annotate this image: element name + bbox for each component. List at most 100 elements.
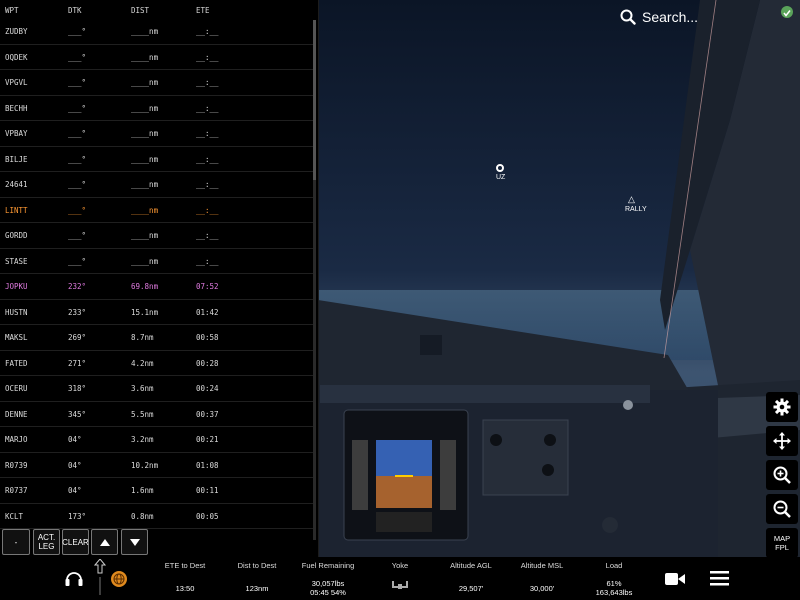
- flight-plan-row[interactable]: MARJO 04° 3.2nm 00:21: [0, 427, 316, 453]
- leg-distance: 4.2nm: [131, 358, 154, 368]
- desired-track: ___°: [68, 154, 87, 164]
- desired-track: ___°: [68, 27, 87, 36]
- waypoint-name: R0739: [5, 460, 28, 470]
- leg-distance: 1.6nm: [131, 486, 154, 495]
- header-dtk: DTK: [68, 6, 82, 15]
- flight-plan-row[interactable]: 24641 ___° ____nm __:__: [0, 172, 316, 198]
- flight-plan-row[interactable]: GORDD ___° ____nm __:__: [0, 223, 316, 249]
- flight-plan-row[interactable]: VPGVL ___° ____nm __:__: [0, 70, 316, 96]
- leg-distance: ____nm: [131, 129, 159, 138]
- flight-plan-row[interactable]: BECHH ___° ____nm __:__: [0, 96, 316, 121]
- move-down-button[interactable]: [121, 529, 148, 555]
- flight-plan-row[interactable]: STASE ___° ____nm __:__: [0, 249, 316, 274]
- flight-plan-row[interactable]: DENNE 345° 5.5nm 00:37: [0, 402, 316, 427]
- pan-button[interactable]: [766, 426, 798, 456]
- activate-leg-label-1: ACT.: [37, 533, 56, 542]
- waypoint-name: ZUDBY: [5, 27, 28, 36]
- waypoint-name: HUSTN: [5, 307, 28, 317]
- leg-distance: 8.7nm: [131, 333, 154, 342]
- leg-ete: 00:58: [196, 333, 219, 342]
- trim-arrow-icon[interactable]: [94, 559, 106, 597]
- dist-to-dest-label: Dist to Dest: [237, 561, 277, 570]
- waypoint-name: MAKSL: [5, 333, 28, 342]
- waypoint-name: LINTT: [5, 205, 28, 215]
- leg-distance: 69.8nm: [131, 282, 159, 291]
- waypoint-name: OQDEK: [5, 52, 28, 62]
- scrollbar-thumb[interactable]: [313, 20, 316, 180]
- atc-globe-button[interactable]: [111, 571, 127, 587]
- menu-icon[interactable]: [710, 571, 729, 586]
- header-ete: ETE: [196, 6, 210, 15]
- flight-plan-row[interactable]: R0739 04° 10.2nm 01:08: [0, 453, 316, 478]
- settings-button[interactable]: [766, 392, 798, 422]
- waypoint-name: OCERU: [5, 384, 28, 393]
- desired-track: 269°: [68, 333, 87, 342]
- desired-track: ___°: [68, 205, 87, 215]
- leg-distance: 15.1nm: [131, 307, 159, 317]
- flight-plan-row[interactable]: LINTT ___° ____nm __:__: [0, 198, 316, 223]
- clear-button[interactable]: CLEAR: [62, 529, 89, 555]
- flight-plan-row[interactable]: JOPKU 232° 69.8nm 07:52: [0, 274, 316, 300]
- waypoint-name: DENNE: [5, 409, 28, 419]
- waypoint-uz-marker[interactable]: [496, 164, 504, 172]
- leg-distance: 5.5nm: [131, 409, 154, 419]
- ete-to-dest-readout: ETE to Dest 13:50: [145, 561, 225, 593]
- fuel-remaining-label: Fuel Remaining: [301, 561, 355, 570]
- camera-icon[interactable]: [665, 572, 685, 586]
- flight-plan-row[interactable]: ZUDBY ___° ____nm __:__: [0, 19, 316, 45]
- altitude-agl-value: 29,507': [458, 584, 484, 593]
- flight-plan-row[interactable]: VPBAY ___° ____nm __:__: [0, 121, 316, 147]
- load-percent: 61%: [606, 579, 622, 588]
- zoom-out-button[interactable]: [766, 494, 798, 524]
- leg-ete: 00:11: [196, 486, 219, 495]
- leg-ete: __:__: [196, 256, 219, 266]
- flight-plan-row[interactable]: KCLT 173° 0.8nm 00:05: [0, 504, 316, 529]
- flight-plan-list[interactable]: ZUDBY ___° ____nm __:__ OQDEK ___° ____nm __:__…: [0, 19, 316, 529]
- map-fpl-toggle-button[interactable]: MAP FPL: [766, 528, 798, 558]
- arrow-down-icon: [129, 538, 140, 546]
- search-icon: [620, 9, 636, 25]
- leg-distance: ____nm: [131, 180, 159, 189]
- flight-plan-row[interactable]: R0737 04° 1.6nm 00:11: [0, 478, 316, 504]
- leg-ete: 07:52: [196, 282, 219, 291]
- leg-ete: 00:05: [196, 511, 219, 521]
- load-readout: Load 61% 163,643lbs: [574, 561, 654, 597]
- search-button[interactable]: Search...: [620, 6, 698, 28]
- remove-waypoint-button[interactable]: -: [2, 529, 30, 555]
- leg-ete: 00:21: [196, 435, 219, 444]
- search-label: Search...: [642, 9, 699, 25]
- waypoint-name: MARJO: [5, 435, 28, 444]
- flight-plan-row[interactable]: HUSTN 233° 15.1nm 01:42: [0, 300, 316, 325]
- desired-track: ___°: [68, 103, 87, 113]
- waypoint-name: FATED: [5, 358, 28, 368]
- flight-plan-row[interactable]: FATED 271° 4.2nm 00:28: [0, 351, 316, 376]
- yoke-icon: [392, 581, 408, 589]
- flight-plan-row[interactable]: OQDEK ___° ____nm __:__: [0, 45, 316, 70]
- desired-track: 318°: [68, 384, 87, 393]
- flight-plan-row[interactable]: MAKSL 269° 8.7nm 00:58: [0, 325, 316, 351]
- waypoint-rally-marker[interactable]: △: [628, 195, 635, 204]
- zoom-in-button[interactable]: [766, 460, 798, 490]
- status-indicator: [781, 6, 793, 18]
- leg-distance: ____nm: [131, 154, 159, 164]
- waypoint-name: VPBAY: [5, 129, 28, 138]
- leg-ete: __:__: [196, 103, 219, 113]
- move-up-button[interactable]: [91, 529, 118, 555]
- desired-track: ___°: [68, 129, 87, 138]
- yoke-readout[interactable]: Yoke: [360, 561, 440, 594]
- waypoint-uz-label: UZ: [496, 174, 506, 181]
- flight-plan-row[interactable]: OCERU 318° 3.6nm 00:24: [0, 376, 316, 402]
- flight-plan-row[interactable]: BILJE ___° ____nm __:__: [0, 147, 316, 172]
- flight-plan-scrollbar[interactable]: [313, 20, 316, 540]
- desired-track: 232°: [68, 282, 87, 291]
- leg-distance: ____nm: [131, 256, 159, 266]
- leg-ete: __:__: [196, 27, 219, 36]
- gear-icon: [773, 398, 791, 416]
- desired-track: ___°: [68, 78, 87, 87]
- leg-distance: ____nm: [131, 27, 159, 36]
- headset-icon[interactable]: [64, 569, 84, 587]
- dist-to-dest-readout: Dist to Dest 123nm: [217, 561, 297, 593]
- arrow-up-icon: [99, 538, 110, 546]
- zoom-in-icon: [773, 466, 791, 484]
- activate-leg-button[interactable]: ACT. LEG: [33, 529, 60, 555]
